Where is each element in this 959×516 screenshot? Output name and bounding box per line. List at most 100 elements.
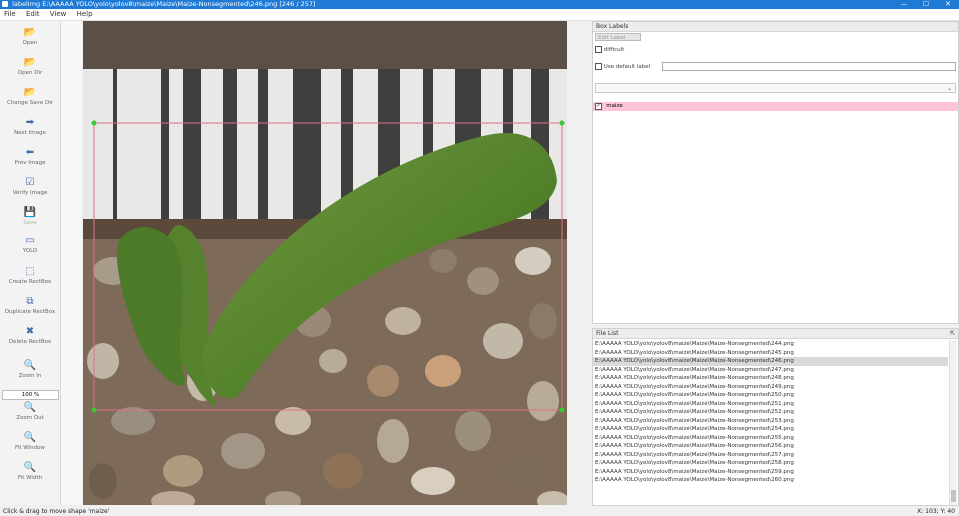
file-list-item[interactable]: E:\AAAAA YOLO\yolo\yolov8\maize\Maize\Ma… [593,340,948,349]
tool-open[interactable]: 📂 Open [0,26,60,55]
file-name: 253.png [771,417,794,424]
tool-fit-window[interactable]: 🔍 Fit Window [0,431,60,460]
scrollbar-thumb[interactable] [951,490,956,502]
tool-label: YOLO [22,248,38,254]
file-list-item[interactable]: E:\AAAAA YOLO\yolo\yolov8\maize\Maize\Ma… [593,408,948,417]
label-name: maize [606,103,623,109]
image-canvas[interactable] [83,21,567,505]
file-list-item[interactable]: E:\AAAAA YOLO\yolo\yolov8\maize\Maize\Ma… [593,459,948,468]
menu-file[interactable]: File [0,9,20,20]
tool-label: Next Image [14,130,46,136]
file-name: 255.png [771,434,794,441]
cursor-coordinates: X: 103; Y: 40 [917,508,955,515]
tool-label: Open Dir [17,70,43,76]
file-list-item[interactable]: E:\AAAAA YOLO\yolo\yolov8\maize\Maize\Ma… [593,417,948,426]
tool-label: Duplicate RectBox [4,309,56,315]
file-list-item[interactable]: E:\AAAAA YOLO\yolo\yolov8\maize\Maize\Ma… [593,400,948,409]
tool-zoom-in[interactable]: 🔍 Zoom In [0,359,60,388]
file-name: 260.png [771,477,794,483]
file-path-base: E:\AAAAA YOLO\yolo\yolov8\maize\Maize\Ma… [595,434,772,441]
box-labels-panel: Box Labels Edit Label difficult Use defa… [592,21,959,324]
tool-label: Zoom In [18,373,42,379]
tool-zoom-out[interactable]: 🔍 Zoom Out [0,401,60,430]
file-list-item[interactable]: E:\AAAAA YOLO\yolo\yolov8\maize\Maize\Ma… [593,349,948,358]
file-path-base: E:\AAAAA YOLO\yolo\yolov8\maize\Maize\Ma… [595,477,772,483]
tool-prev-image[interactable]: ⬅ Prev Image [0,146,60,175]
tool-label: Verify Image [12,190,48,196]
app-icon [2,1,8,7]
file-list-item[interactable]: E:\AAAAA YOLO\yolo\yolov8\maize\Maize\Ma… [593,442,948,451]
label-checkbox[interactable]: ✓ [595,103,602,110]
file-name: 256.png [771,443,794,449]
verify-icon: ☑ [25,177,35,188]
tool-change-save-dir[interactable]: 📂 Change Save Dir [0,86,60,115]
file-list-item[interactable]: E:\AAAAA YOLO\yolo\yolov8\maize\Maize\Ma… [593,434,948,443]
tool-save[interactable]: 💾 Save [0,206,60,235]
file-list-item[interactable]: E:\AAAAA YOLO\yolo\yolov8\maize\Maize\Ma… [593,374,948,383]
file-list-item[interactable]: E:\AAAAA YOLO\yolo\yolov8\maize\Maize\Ma… [593,451,948,460]
tool-yolo[interactable]: ▭ YOLO [0,234,60,263]
menu-edit[interactable]: Edit [22,9,44,20]
file-name: 247.png [771,366,794,373]
tool-next-image[interactable]: ➡ Next Image [0,116,60,145]
tool-fit-width[interactable]: 🔍 Fit Width [0,461,60,490]
annotated-image [83,21,567,505]
file-path-base: E:\AAAAA YOLO\yolo\yolov8\maize\Maize\Ma… [595,426,772,432]
file-list-item[interactable]: E:\AAAAA YOLO\yolo\yolov8\maize\Maize\Ma… [593,357,948,366]
tool-delete-rectbox[interactable]: ✖ Delete RectBox [0,325,60,354]
file-list-scrollbar[interactable] [949,340,957,505]
use-default-label-text: Use default label [603,64,651,70]
close-button[interactable]: ✕ [937,0,959,9]
file-list-item[interactable]: E:\AAAAA YOLO\yolo\yolov8\maize\Maize\Ma… [593,383,948,392]
box-labels-header: Box Labels [593,22,958,32]
difficult-label: difficult [603,47,625,53]
tool-verify-image[interactable]: ☑ Verify Image [0,176,60,205]
tool-label: Open [22,40,38,46]
status-bar: Click & drag to move shape 'maize' X: 10… [0,507,959,516]
next-image-icon: ➡ [25,117,35,128]
edit-label-button[interactable]: Edit Label [595,33,641,41]
label-filter-combo[interactable]: ⌄ [595,83,956,93]
file-path-base: E:\AAAAA YOLO\yolo\yolov8\maize\Maize\Ma… [595,451,772,458]
file-list-title: File List [596,330,619,337]
file-path-base: E:\AAAAA YOLO\yolo\yolov8\maize\Maize\Ma… [595,409,772,415]
use-default-label-row: Use default label [595,63,650,70]
create-rectbox-icon: ⬚ [25,266,35,277]
use-default-label-checkbox[interactable] [595,63,602,70]
default-label-input[interactable] [662,62,956,71]
zoom-value-box[interactable]: 100 % [2,390,59,400]
menu-view[interactable]: View [46,9,71,20]
difficult-checkbox[interactable] [595,46,602,53]
open-icon: 📂 [23,27,37,38]
minimize-button[interactable]: — [893,0,915,9]
canvas-margin [567,21,591,505]
file-list-item[interactable]: E:\AAAAA YOLO\yolo\yolov8\maize\Maize\Ma… [593,391,948,400]
menu-help[interactable]: Help [73,9,97,20]
file-list-item[interactable]: E:\AAAAA YOLO\yolo\yolov8\maize\Maize\Ma… [593,425,948,434]
file-name: 249.png [771,383,794,390]
save-icon: 💾 [23,207,37,218]
tool-label: Fit Window [15,445,45,451]
file-name: 250.png [771,392,794,398]
label-list-item[interactable]: ✓ maize [593,102,958,111]
fit-width-icon: 🔍 [23,462,37,473]
tool-label: Create RectBox [8,279,52,285]
tool-label: Prev Image [14,160,46,166]
format-icon: ▭ [25,235,35,246]
file-path-base: E:\AAAAA YOLO\yolo\yolov8\maize\Maize\Ma… [595,366,772,373]
difficult-row: difficult [595,46,624,53]
file-path-base: E:\AAAAA YOLO\yolo\yolov8\maize\Maize\Ma… [595,443,772,449]
file-path-base: E:\AAAAA YOLO\yolo\yolov8\maize\Maize\Ma… [595,400,772,407]
file-name: 251.png [771,400,794,407]
maximize-button[interactable]: ☐ [915,0,937,9]
undock-icon[interactable]: ⇱ [950,329,955,338]
tool-open-dir[interactable]: 📂 Open Dir [0,56,60,85]
file-path-base: E:\AAAAA YOLO\yolo\yolov8\maize\Maize\Ma… [595,375,772,381]
file-list-item[interactable]: E:\AAAAA YOLO\yolo\yolov8\maize\Maize\Ma… [593,366,948,375]
status-message: Click & drag to move shape 'maize' [3,508,110,515]
tool-create-rectbox[interactable]: ⬚ Create RectBox [0,265,60,294]
file-list-item[interactable]: E:\AAAAA YOLO\yolo\yolov8\maize\Maize\Ma… [593,468,948,477]
prev-image-icon: ⬅ [25,147,35,158]
tool-duplicate-rectbox[interactable]: ⧉ Duplicate RectBox [0,295,60,324]
file-list-item[interactable]: E:\AAAAA YOLO\yolo\yolov8\maize\Maize\Ma… [593,476,948,485]
